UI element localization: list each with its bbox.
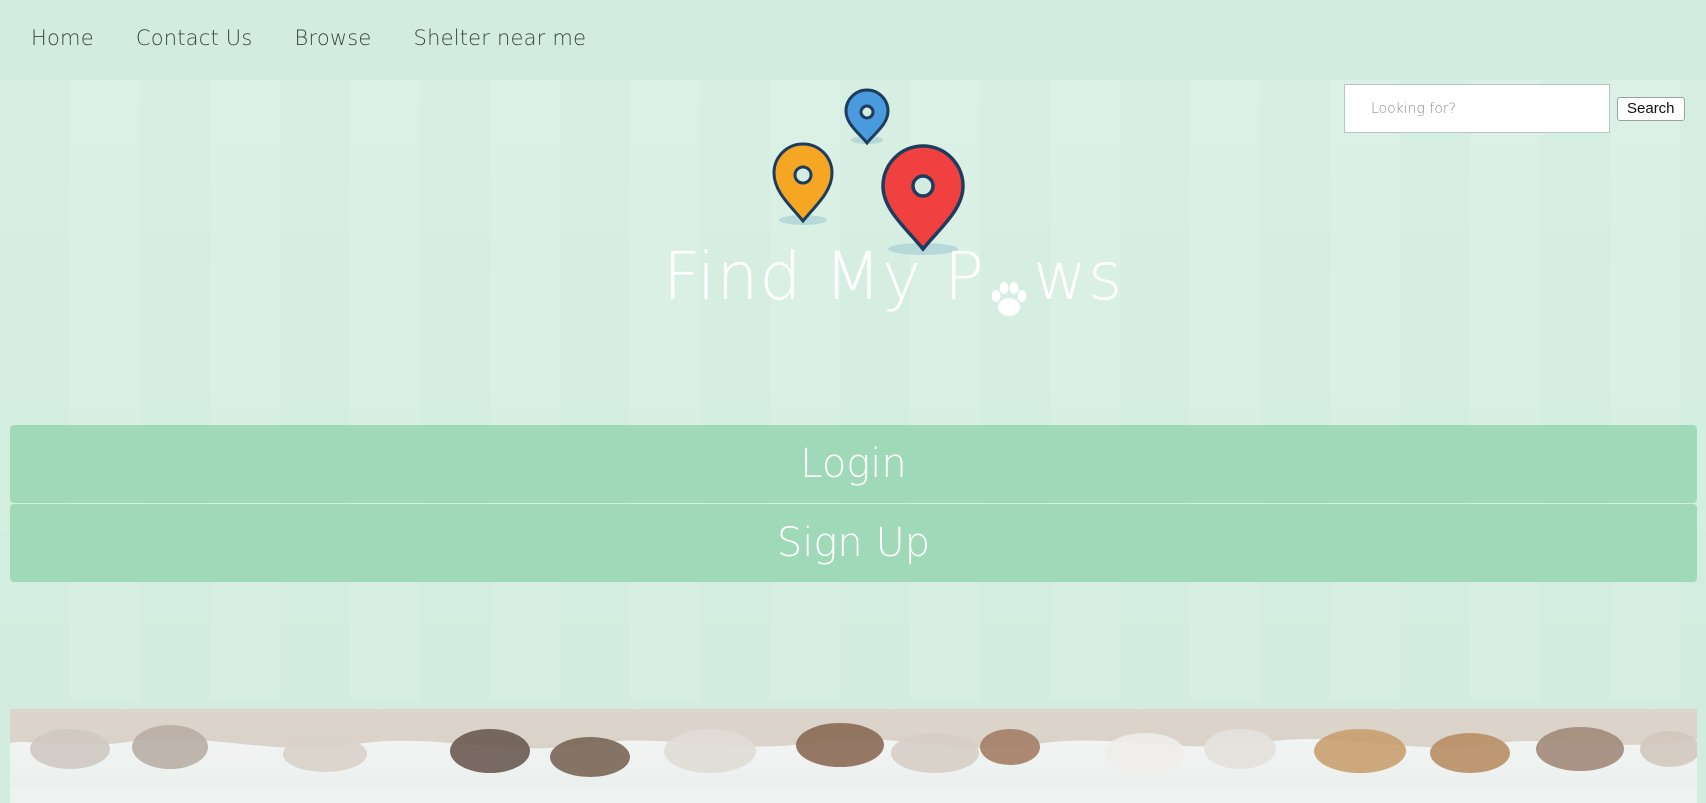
paw-icon [987, 261, 1031, 316]
brand-text-end: ws [1032, 238, 1124, 315]
dog-paws-banner [10, 709, 1697, 803]
signup-button[interactable]: Sign Up [10, 504, 1697, 582]
top-nav: Home Contact Us Browse Shelter near me [31, 26, 586, 50]
search-input[interactable] [1344, 84, 1610, 133]
search-button[interactable]: Search [1617, 96, 1685, 121]
map-pins-icon [772, 88, 965, 255]
search-bar: Search [1344, 84, 1685, 133]
login-button[interactable]: Login [10, 425, 1697, 503]
brand-title: Find My P ws [663, 238, 1124, 316]
brand-text-start: Find My P [663, 238, 985, 315]
nav-home[interactable]: Home [31, 26, 94, 50]
nav-browse[interactable]: Browse [295, 26, 372, 50]
nav-contact-us[interactable]: Contact Us [136, 26, 253, 50]
nav-shelter-near-me[interactable]: Shelter near me [414, 26, 587, 50]
